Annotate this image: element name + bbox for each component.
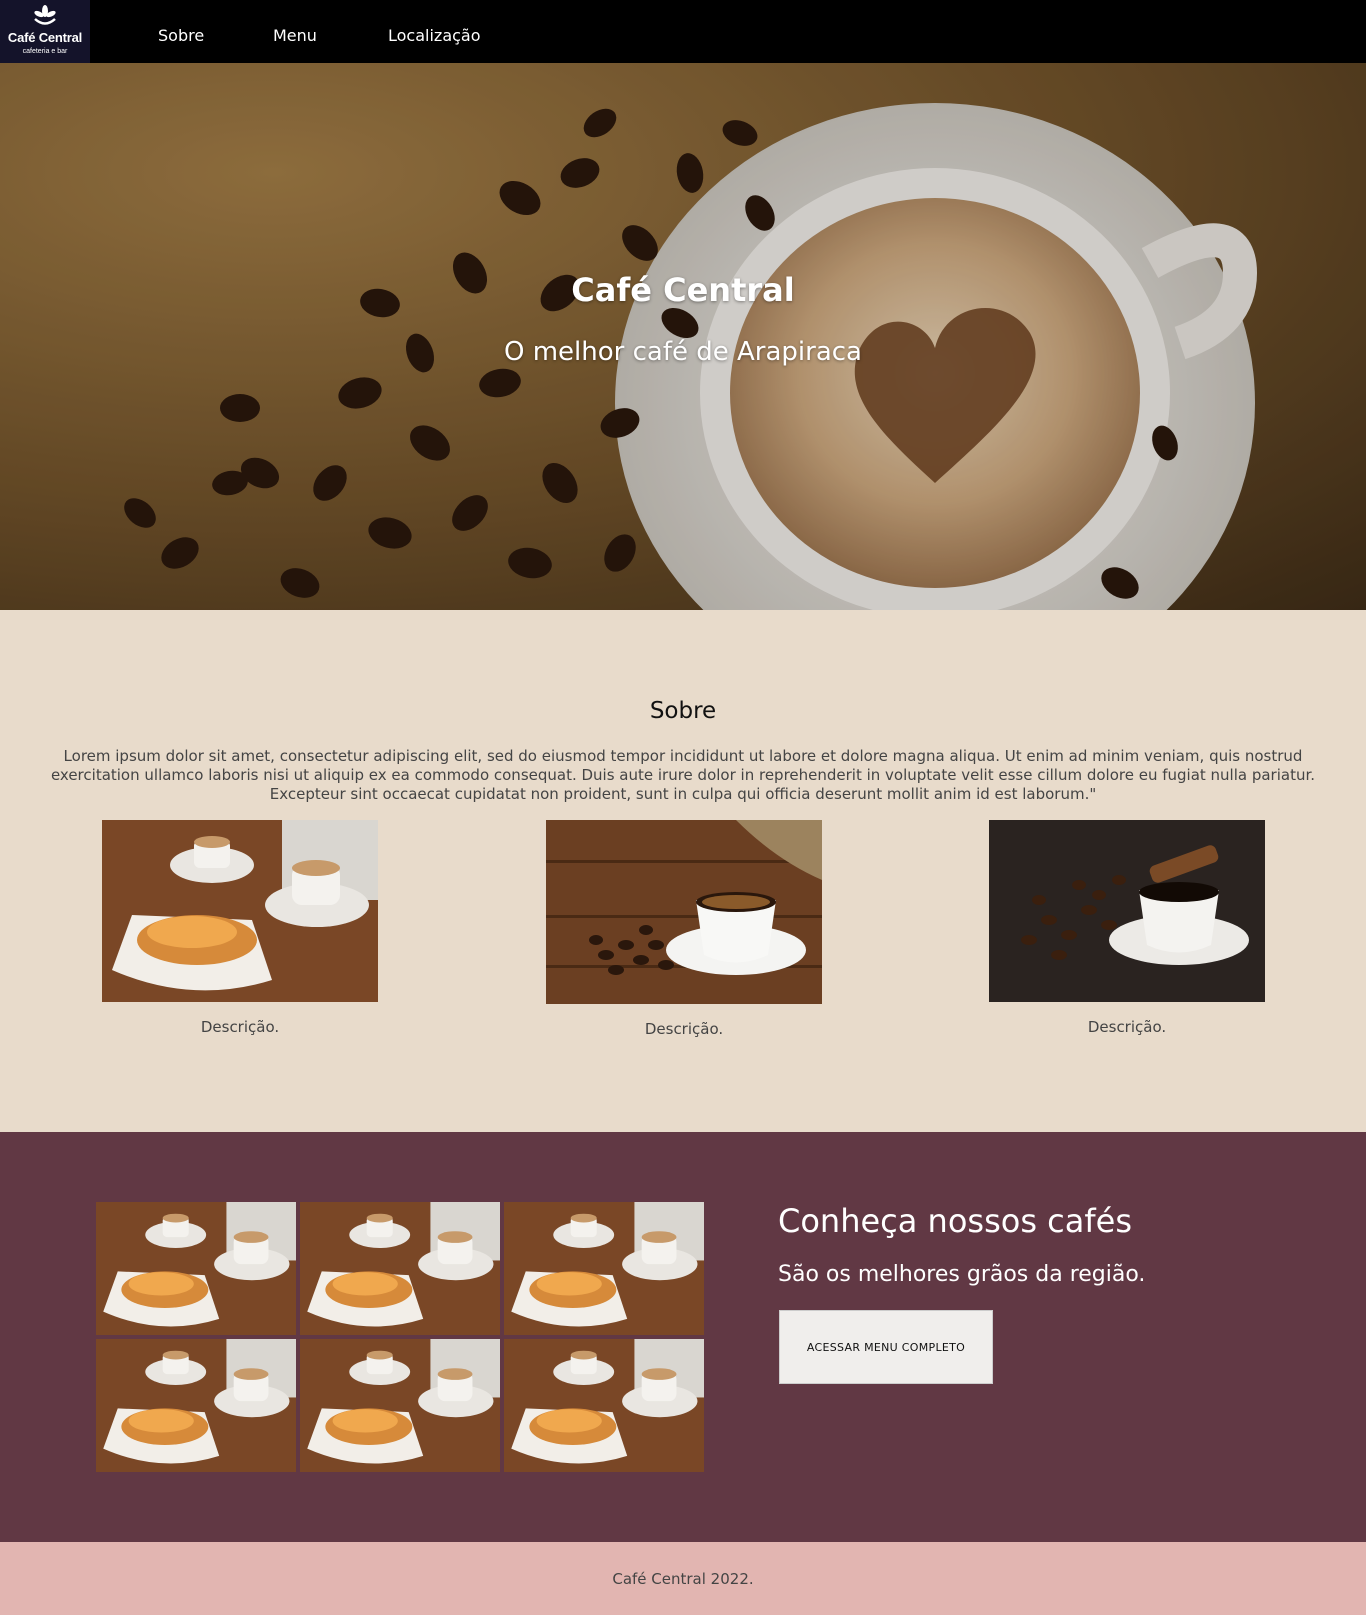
card-caption: Descrição.: [200, 1018, 280, 1036]
section-cafes: Conheça nossos cafés São os melhores grã…: [0, 1132, 1366, 1542]
brand-tagline: cafeteria e bar: [22, 48, 68, 55]
brand-name: Café Central: [7, 30, 83, 45]
black-coffee-beans-photo: [989, 820, 1265, 1002]
about-card: Descrição.: [989, 820, 1265, 1036]
cafes-subtitle: São os melhores grãos da região.: [778, 1262, 1146, 1287]
nav-link-sobre[interactable]: Sobre: [158, 26, 204, 45]
card-caption: Descrição.: [644, 1020, 724, 1038]
cafes-title: Conheça nossos cafés: [778, 1202, 1132, 1240]
section-title: Sobre: [649, 698, 717, 724]
gallery-photo: [300, 1202, 500, 1335]
hero-title: Café Central: [571, 271, 795, 309]
full-menu-button[interactable]: ACESSAR MENU COMPLETO: [779, 1310, 993, 1384]
gallery-photo: [504, 1339, 704, 1472]
gallery-photo: [96, 1339, 296, 1472]
section-text: Lorem ipsum dolor sit amet, consectetur …: [50, 747, 1316, 803]
coffee-plant-icon: [34, 5, 56, 25]
brand-logo[interactable]: Café Central cafeteria e bar: [0, 0, 90, 63]
gallery-photo: [504, 1202, 704, 1335]
top-navbar: Café Central cafeteria e bar Sobre Menu …: [0, 0, 1366, 63]
about-card: Descrição.: [546, 820, 822, 1038]
nav-link-localizacao[interactable]: Localização: [388, 26, 481, 45]
coffee-croissant-photo: [102, 820, 378, 1002]
gallery-photo: [96, 1202, 296, 1335]
section-sobre: Sobre Lorem ipsum dolor sit amet, consec…: [0, 610, 1366, 1132]
hero-banner: Café Central O melhor café de Arapiraca: [0, 63, 1366, 610]
hero-subtitle: O melhor café de Arapiraca: [503, 337, 862, 367]
card-caption: Descrição.: [1087, 1018, 1167, 1036]
coffee-gallery: [96, 1202, 704, 1472]
page-footer: Café Central 2022.: [0, 1542, 1366, 1615]
nav-link-menu[interactable]: Menu: [273, 26, 317, 45]
gallery-photo: [300, 1339, 500, 1472]
coffee-cup-beans-photo: [546, 820, 822, 1004]
footer-copyright: Café Central 2022.: [612, 1570, 754, 1588]
about-card: Descrição.: [102, 820, 378, 1036]
